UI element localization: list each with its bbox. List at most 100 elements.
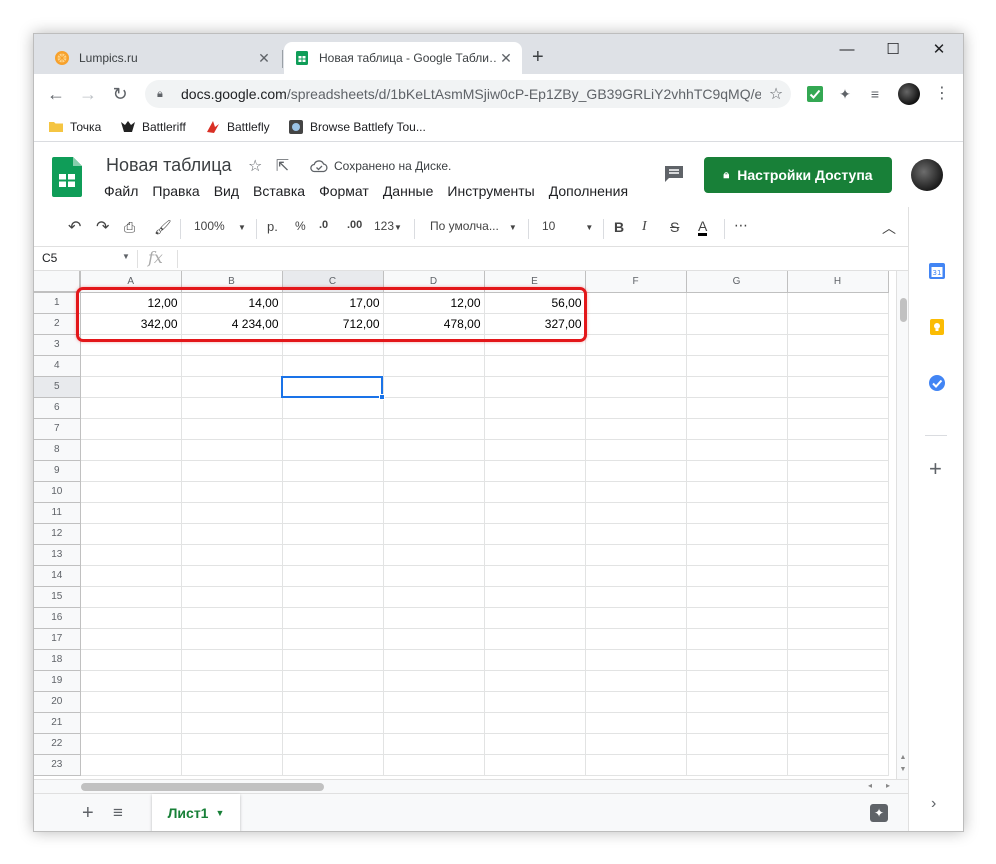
cell[interactable] xyxy=(484,733,586,755)
row-header[interactable]: 17 xyxy=(34,628,81,650)
cell[interactable] xyxy=(282,523,384,545)
menu-insert[interactable]: Вставка xyxy=(253,183,305,199)
select-all-corner[interactable] xyxy=(34,271,81,293)
cell[interactable] xyxy=(686,607,788,629)
cell[interactable]: 12,00 xyxy=(383,292,485,314)
cell[interactable] xyxy=(686,691,788,713)
cell[interactable] xyxy=(787,670,889,692)
cell-table[interactable]: A B C D E F G H 1 12,00 14,00 17,00 12,00 56,… xyxy=(34,271,889,776)
cell[interactable] xyxy=(686,754,788,776)
cell[interactable]: 478,00 xyxy=(383,313,485,335)
bookmark-battlefly[interactable]: Battlefly xyxy=(205,119,270,135)
cell[interactable] xyxy=(484,502,586,524)
cell[interactable] xyxy=(282,418,384,440)
column-header[interactable]: G xyxy=(686,271,788,293)
cell[interactable]: 342,00 xyxy=(80,313,182,335)
close-window-button[interactable]: ✕ xyxy=(916,38,962,62)
cell[interactable] xyxy=(80,649,182,671)
cell[interactable] xyxy=(181,439,283,461)
row-header[interactable]: 9 xyxy=(34,460,81,482)
cell[interactable] xyxy=(686,628,788,650)
increase-decimal-button[interactable]: .00 xyxy=(347,219,362,231)
cell[interactable] xyxy=(484,481,586,503)
cell[interactable] xyxy=(181,733,283,755)
menu-edit[interactable]: Правка xyxy=(152,183,199,199)
cell[interactable] xyxy=(686,460,788,482)
row-header[interactable]: 2 xyxy=(34,313,81,335)
cell[interactable] xyxy=(282,376,384,398)
tab-sheets[interactable]: Новая таблица - Google Табли… ✕ xyxy=(284,42,522,74)
cell[interactable] xyxy=(787,607,889,629)
cell[interactable] xyxy=(484,607,586,629)
cell[interactable] xyxy=(282,355,384,377)
cell[interactable] xyxy=(484,565,586,587)
calendar-icon[interactable]: 31 xyxy=(928,262,946,280)
cell[interactable] xyxy=(181,607,283,629)
cell[interactable] xyxy=(80,565,182,587)
cell[interactable] xyxy=(787,460,889,482)
cell[interactable] xyxy=(80,712,182,734)
cell[interactable] xyxy=(585,418,687,440)
row-header[interactable]: 19 xyxy=(34,670,81,692)
tab-lumpics[interactable]: Lumpics.ru ✕ xyxy=(44,42,280,74)
cell[interactable] xyxy=(181,502,283,524)
cell[interactable] xyxy=(181,376,283,398)
profile-avatar[interactable] xyxy=(898,83,920,105)
cell[interactable] xyxy=(585,397,687,419)
cell[interactable] xyxy=(484,712,586,734)
cell[interactable] xyxy=(787,502,889,524)
cell[interactable] xyxy=(585,355,687,377)
cell[interactable] xyxy=(585,313,687,335)
chevron-down-icon[interactable]: ▼ xyxy=(122,252,130,261)
cell[interactable] xyxy=(80,586,182,608)
cell[interactable] xyxy=(686,481,788,503)
cell[interactable] xyxy=(787,754,889,776)
cell[interactable] xyxy=(282,691,384,713)
cell[interactable] xyxy=(80,376,182,398)
cell[interactable] xyxy=(686,292,788,314)
scroll-left-arrow-icon[interactable]: ◂ xyxy=(868,781,872,790)
scroll-right-arrow-icon[interactable]: ▸ xyxy=(886,781,890,790)
cell[interactable] xyxy=(585,754,687,776)
forward-arrow-icon[interactable]: → xyxy=(76,82,100,106)
more-options-button[interactable]: ⋯ xyxy=(734,217,748,234)
cell[interactable] xyxy=(787,376,889,398)
cell[interactable] xyxy=(787,418,889,440)
cell[interactable] xyxy=(181,586,283,608)
checkmark-extension-icon[interactable] xyxy=(805,84,825,104)
cell[interactable] xyxy=(181,544,283,566)
cell[interactable] xyxy=(282,607,384,629)
bold-button[interactable]: B xyxy=(614,219,624,235)
cell[interactable] xyxy=(282,712,384,734)
cell[interactable] xyxy=(282,481,384,503)
cell[interactable] xyxy=(181,334,283,356)
spreadsheet-grid[interactable]: A B C D E F G H 1 12,00 14,00 17,00 12,00 56,… xyxy=(34,271,898,779)
cell[interactable] xyxy=(282,586,384,608)
cell[interactable] xyxy=(80,460,182,482)
cell[interactable] xyxy=(282,334,384,356)
percent-format-button[interactable]: % xyxy=(295,219,306,233)
cell[interactable] xyxy=(787,334,889,356)
comment-history-icon[interactable] xyxy=(664,165,684,183)
add-sheet-button[interactable]: + xyxy=(82,802,94,825)
cell[interactable] xyxy=(585,376,687,398)
column-header[interactable]: D xyxy=(383,271,485,293)
cell[interactable]: 4 234,00 xyxy=(181,313,283,335)
cell[interactable] xyxy=(383,460,485,482)
cell[interactable] xyxy=(686,397,788,419)
horizontal-scrollbar[interactable]: ◂ ▸ xyxy=(34,779,908,793)
cell[interactable] xyxy=(383,565,485,587)
cell[interactable] xyxy=(484,691,586,713)
cell[interactable] xyxy=(383,439,485,461)
row-header[interactable]: 12 xyxy=(34,523,81,545)
cell[interactable] xyxy=(80,502,182,524)
cell[interactable]: 56,00 xyxy=(484,292,586,314)
cell[interactable] xyxy=(383,670,485,692)
formula-input[interactable] xyxy=(186,251,886,267)
back-arrow-icon[interactable]: ← xyxy=(44,82,68,106)
minimize-button[interactable]: — xyxy=(824,38,870,62)
get-addons-plus-icon[interactable]: + xyxy=(929,458,942,480)
cell[interactable] xyxy=(585,502,687,524)
google-sheets-logo-icon[interactable] xyxy=(52,157,82,197)
cell[interactable] xyxy=(80,670,182,692)
